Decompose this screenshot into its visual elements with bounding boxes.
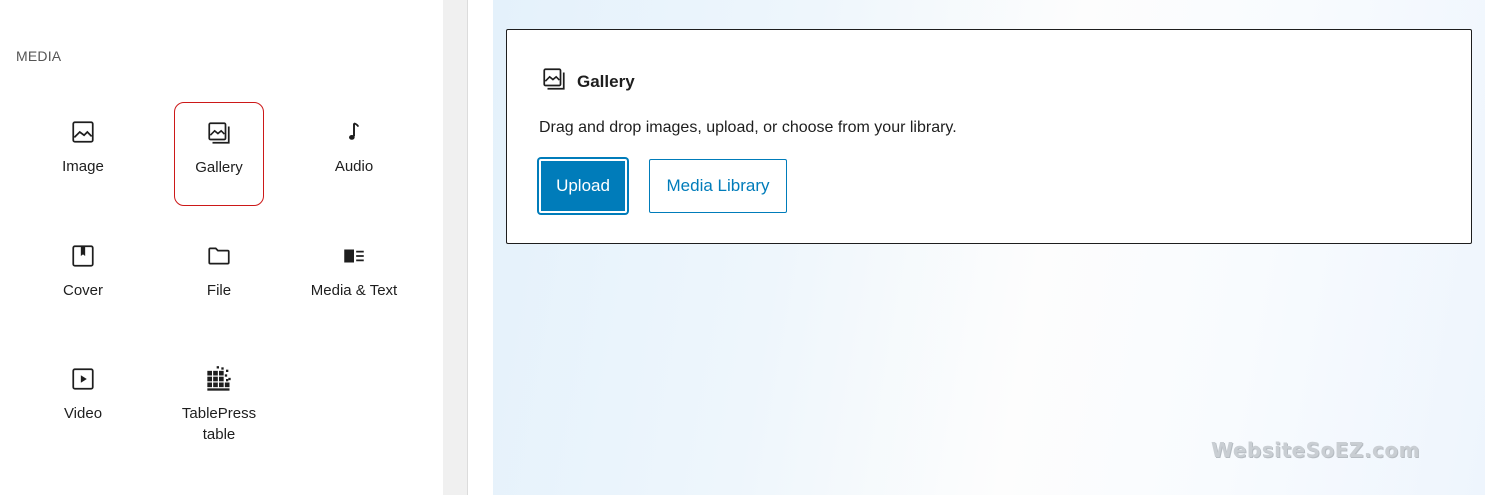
block-label: Media & Text bbox=[310, 282, 398, 299]
media-text-icon bbox=[340, 242, 368, 270]
gallery-instructions: Drag and drop images, upload, or choose … bbox=[539, 119, 957, 136]
block-item-audio[interactable]: Audio bbox=[309, 102, 399, 206]
block-label: Gallery bbox=[195, 159, 243, 176]
image-icon bbox=[69, 118, 97, 146]
media-library-button[interactable]: Media Library bbox=[649, 159, 787, 213]
gallery-block-title: Gallery bbox=[577, 71, 635, 91]
block-item-gallery[interactable]: Gallery bbox=[174, 102, 264, 206]
cover-icon bbox=[69, 242, 97, 270]
watermark-logo: WebsiteSoEZ.com bbox=[1211, 438, 1420, 462]
block-label: Audio bbox=[334, 158, 374, 175]
block-item-image[interactable]: Image bbox=[38, 102, 128, 206]
block-item-media-text[interactable]: Media & Text bbox=[309, 226, 399, 330]
gallery-block-header: Gallery bbox=[541, 66, 635, 97]
editor-margin bbox=[468, 0, 493, 495]
block-inserter-panel: MEDIA Image Gallery Audio Cover File Med… bbox=[0, 0, 443, 495]
block-item-video[interactable]: Video bbox=[38, 349, 128, 453]
block-label: Image bbox=[62, 158, 104, 175]
block-label: TablePress table bbox=[181, 405, 257, 443]
section-title: MEDIA bbox=[16, 48, 62, 64]
block-label: Video bbox=[63, 405, 103, 422]
block-item-cover[interactable]: Cover bbox=[38, 226, 128, 330]
gallery-icon bbox=[541, 66, 567, 97]
file-icon bbox=[205, 242, 233, 270]
block-item-tablepress[interactable]: TablePress table bbox=[174, 349, 264, 467]
tablepress-icon bbox=[205, 365, 233, 393]
block-label: Cover bbox=[62, 282, 103, 299]
upload-button[interactable]: Upload bbox=[539, 159, 627, 213]
audio-icon bbox=[340, 118, 368, 146]
video-icon bbox=[69, 365, 97, 393]
gallery-icon bbox=[205, 119, 233, 147]
block-item-file[interactable]: File bbox=[174, 226, 264, 330]
panel-gap bbox=[443, 0, 467, 495]
gallery-block-placeholder[interactable]: Gallery Drag and drop images, upload, or… bbox=[506, 29, 1472, 244]
block-label: File bbox=[206, 282, 232, 299]
